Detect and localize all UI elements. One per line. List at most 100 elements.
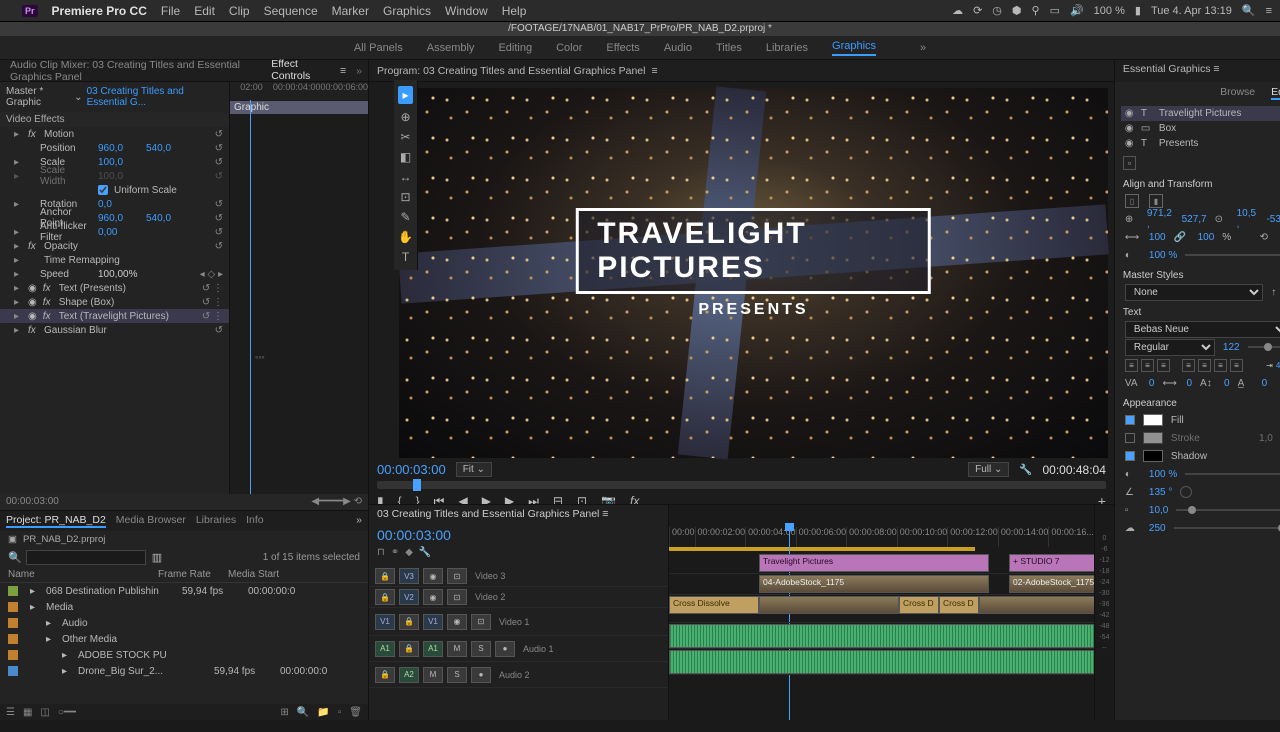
eg-tab-edit[interactable]: Edit [1271, 86, 1280, 100]
settings-icon[interactable]: 🔧 [419, 547, 431, 558]
opacity-effect[interactable]: Opacity [44, 241, 78, 252]
eg-layer[interactable]: ◉TTravelight Pictures [1121, 106, 1280, 121]
ruler-tick[interactable]: 00:00:10:00 [897, 527, 948, 547]
ruler-tick[interactable]: 00:00:12:00 [947, 527, 998, 547]
align-justify-r-icon[interactable]: ≡ [1214, 359, 1227, 372]
solo-a2[interactable]: S [447, 667, 467, 683]
reset-icon[interactable]: ↺ [215, 157, 229, 168]
ripple-tool[interactable]: ✂ [400, 130, 410, 144]
kf-prev-icon[interactable]: ◂ [200, 269, 205, 280]
clock-icon[interactable]: ◷ [992, 4, 1002, 17]
selection-tool[interactable]: ▸ [398, 86, 412, 104]
reset-icon[interactable]: ↺ [215, 227, 229, 238]
title-sub-text[interactable]: PRESENTS [698, 301, 808, 319]
freeform-view-icon[interactable]: ◫ [40, 707, 49, 718]
new-layer-icon[interactable]: ▫ [1123, 156, 1136, 170]
eg-opacity[interactable]: 100 % [1149, 250, 1177, 261]
eg-layer[interactable]: ◉TPresents [1121, 136, 1280, 151]
title-main-text[interactable]: TRAVELIGHT PICTURES [597, 217, 909, 285]
reset-icon[interactable]: ↺ [215, 143, 229, 154]
delete-icon[interactable]: 🗑 [349, 707, 362, 718]
marker-icon[interactable]: ◆ [405, 547, 413, 558]
sh-blur-slider[interactable] [1174, 527, 1280, 529]
tab-effect-controls[interactable]: Effect Controls [267, 58, 330, 84]
anchor-y[interactable]: 540,0 [146, 213, 188, 224]
eye-icon[interactable]: ◉ [1125, 108, 1135, 119]
icon-view-icon[interactable]: ▦ [23, 707, 32, 718]
track-sync-v2[interactable]: ⊡ [447, 589, 467, 605]
push-style-icon[interactable]: ↑ [1271, 287, 1276, 298]
ruler-tick[interactable]: 00:00 [669, 527, 695, 547]
source-v1[interactable]: V1 [375, 614, 395, 630]
eg-anchor-x[interactable]: 10,5 , [1237, 208, 1259, 230]
eye-icon[interactable]: ◉ [28, 297, 37, 308]
track-target-a2[interactable]: A2 [399, 667, 419, 683]
shadow-swatch[interactable] [1143, 450, 1163, 462]
ws-color[interactable]: Color [556, 42, 582, 54]
tab-info[interactable]: Info [246, 514, 264, 528]
reset-icon[interactable]: ↺ [215, 325, 229, 336]
pen-tool[interactable]: ⊡ [400, 190, 410, 204]
slip-tool[interactable]: ↔ [400, 170, 412, 184]
timeline-clip[interactable] [759, 596, 899, 614]
kf-next-icon[interactable]: ▸ [218, 269, 223, 280]
project-item[interactable]: ▸Media [0, 599, 368, 615]
link-icon[interactable]: 🔗 [1174, 232, 1190, 243]
spotlight-icon[interactable]: 🔍 [1242, 4, 1256, 17]
track-toggle-v1[interactable]: ◉ [447, 614, 467, 630]
layer-shape-box[interactable]: Shape (Box) [59, 297, 115, 308]
snap-icon[interactable]: ⊓ [377, 547, 385, 558]
ws-titles[interactable]: Titles [716, 42, 742, 54]
program-tc-current[interactable]: 00:00:03:00 [377, 462, 446, 477]
work-area-bar[interactable] [669, 547, 975, 551]
cloud-icon[interactable]: ☁ [952, 4, 963, 17]
fill-checkbox[interactable] [1125, 415, 1135, 425]
playhead-handle[interactable] [413, 479, 421, 491]
linked-sel-icon[interactable]: ⚭ [391, 547, 399, 558]
project-item[interactable]: ▸068 Destination Publishin59,94 fps00:00… [0, 583, 368, 599]
panel-menu-icon[interactable]: ≡ [1213, 63, 1219, 75]
align-left-text-icon[interactable]: ≡ [1125, 359, 1138, 372]
reset-icon[interactable]: ↺ [215, 241, 229, 252]
menu-extra-icon[interactable]: ≡ [1266, 5, 1272, 17]
tracking-right-value[interactable]: 400 [1276, 359, 1280, 372]
stroke-width[interactable]: 1,0 [1259, 433, 1273, 444]
zoom-slider[interactable]: ○━━ [58, 707, 76, 718]
menu-sequence[interactable]: Sequence [264, 4, 318, 18]
ws-all-panels[interactable]: All Panels [354, 42, 403, 54]
chevron-down-icon[interactable]: ⌄ [74, 92, 82, 103]
track-lock-v3[interactable]: 🔒 [375, 568, 395, 584]
new-bin-icon[interactable]: 📁 [317, 707, 329, 718]
ruler-tick[interactable]: 00:00:08:00 [846, 527, 897, 547]
ws-overflow-icon[interactable]: » [920, 42, 926, 54]
mute-a2[interactable]: M [423, 667, 443, 683]
eye-icon[interactable]: ◉ [28, 311, 37, 322]
eg-tab-browse[interactable]: Browse [1220, 86, 1255, 100]
tab-audio-mixer[interactable]: Audio Clip Mixer: 03 Creating Titles and… [6, 59, 257, 83]
mute-a1[interactable]: M [447, 641, 467, 657]
solo-a1[interactable]: S [471, 641, 491, 657]
shadow-distance[interactable]: 10,0 [1149, 505, 1168, 516]
timeline-clip[interactable]: 02-AdobeStock_117503215.mov [1009, 575, 1094, 593]
razor-tool[interactable]: ◧ [400, 150, 411, 164]
track-select-tool[interactable]: ⊕ [400, 110, 410, 124]
ec-master-label[interactable]: Master * Graphic [6, 86, 70, 108]
position-x[interactable]: 960,0 [98, 143, 140, 154]
timeline-clip[interactable] [979, 596, 1094, 614]
font-select[interactable]: Bebas Neue [1125, 321, 1280, 338]
flicker-value[interactable]: 0,00 [98, 227, 140, 238]
tab-libraries[interactable]: Libraries [196, 514, 236, 528]
panel-menu-icon[interactable]: ≡ [651, 65, 657, 77]
eye-icon[interactable]: ◉ [1125, 138, 1135, 149]
project-item[interactable]: ▸Drone_Big Sur_2...59,94 fps00:00:00:0 [0, 663, 368, 679]
panel-overflow-icon[interactable]: » [356, 65, 362, 77]
timeline-clip[interactable]: Cross D [899, 596, 939, 614]
align-left-icon[interactable]: ▯ [1125, 194, 1139, 208]
layer-text-travelight[interactable]: Text (Travelight Pictures) [59, 311, 169, 322]
project-item[interactable]: ▸Other Media [0, 631, 368, 647]
ruler-tick[interactable]: 00:00:02:00 [695, 527, 746, 547]
panel-menu-icon[interactable]: ≡ [602, 508, 608, 520]
font-size[interactable]: 122 [1223, 342, 1240, 353]
timeline-tc[interactable]: 00:00:03:00 [369, 525, 668, 545]
col-framerate[interactable]: Frame Rate [158, 569, 228, 580]
